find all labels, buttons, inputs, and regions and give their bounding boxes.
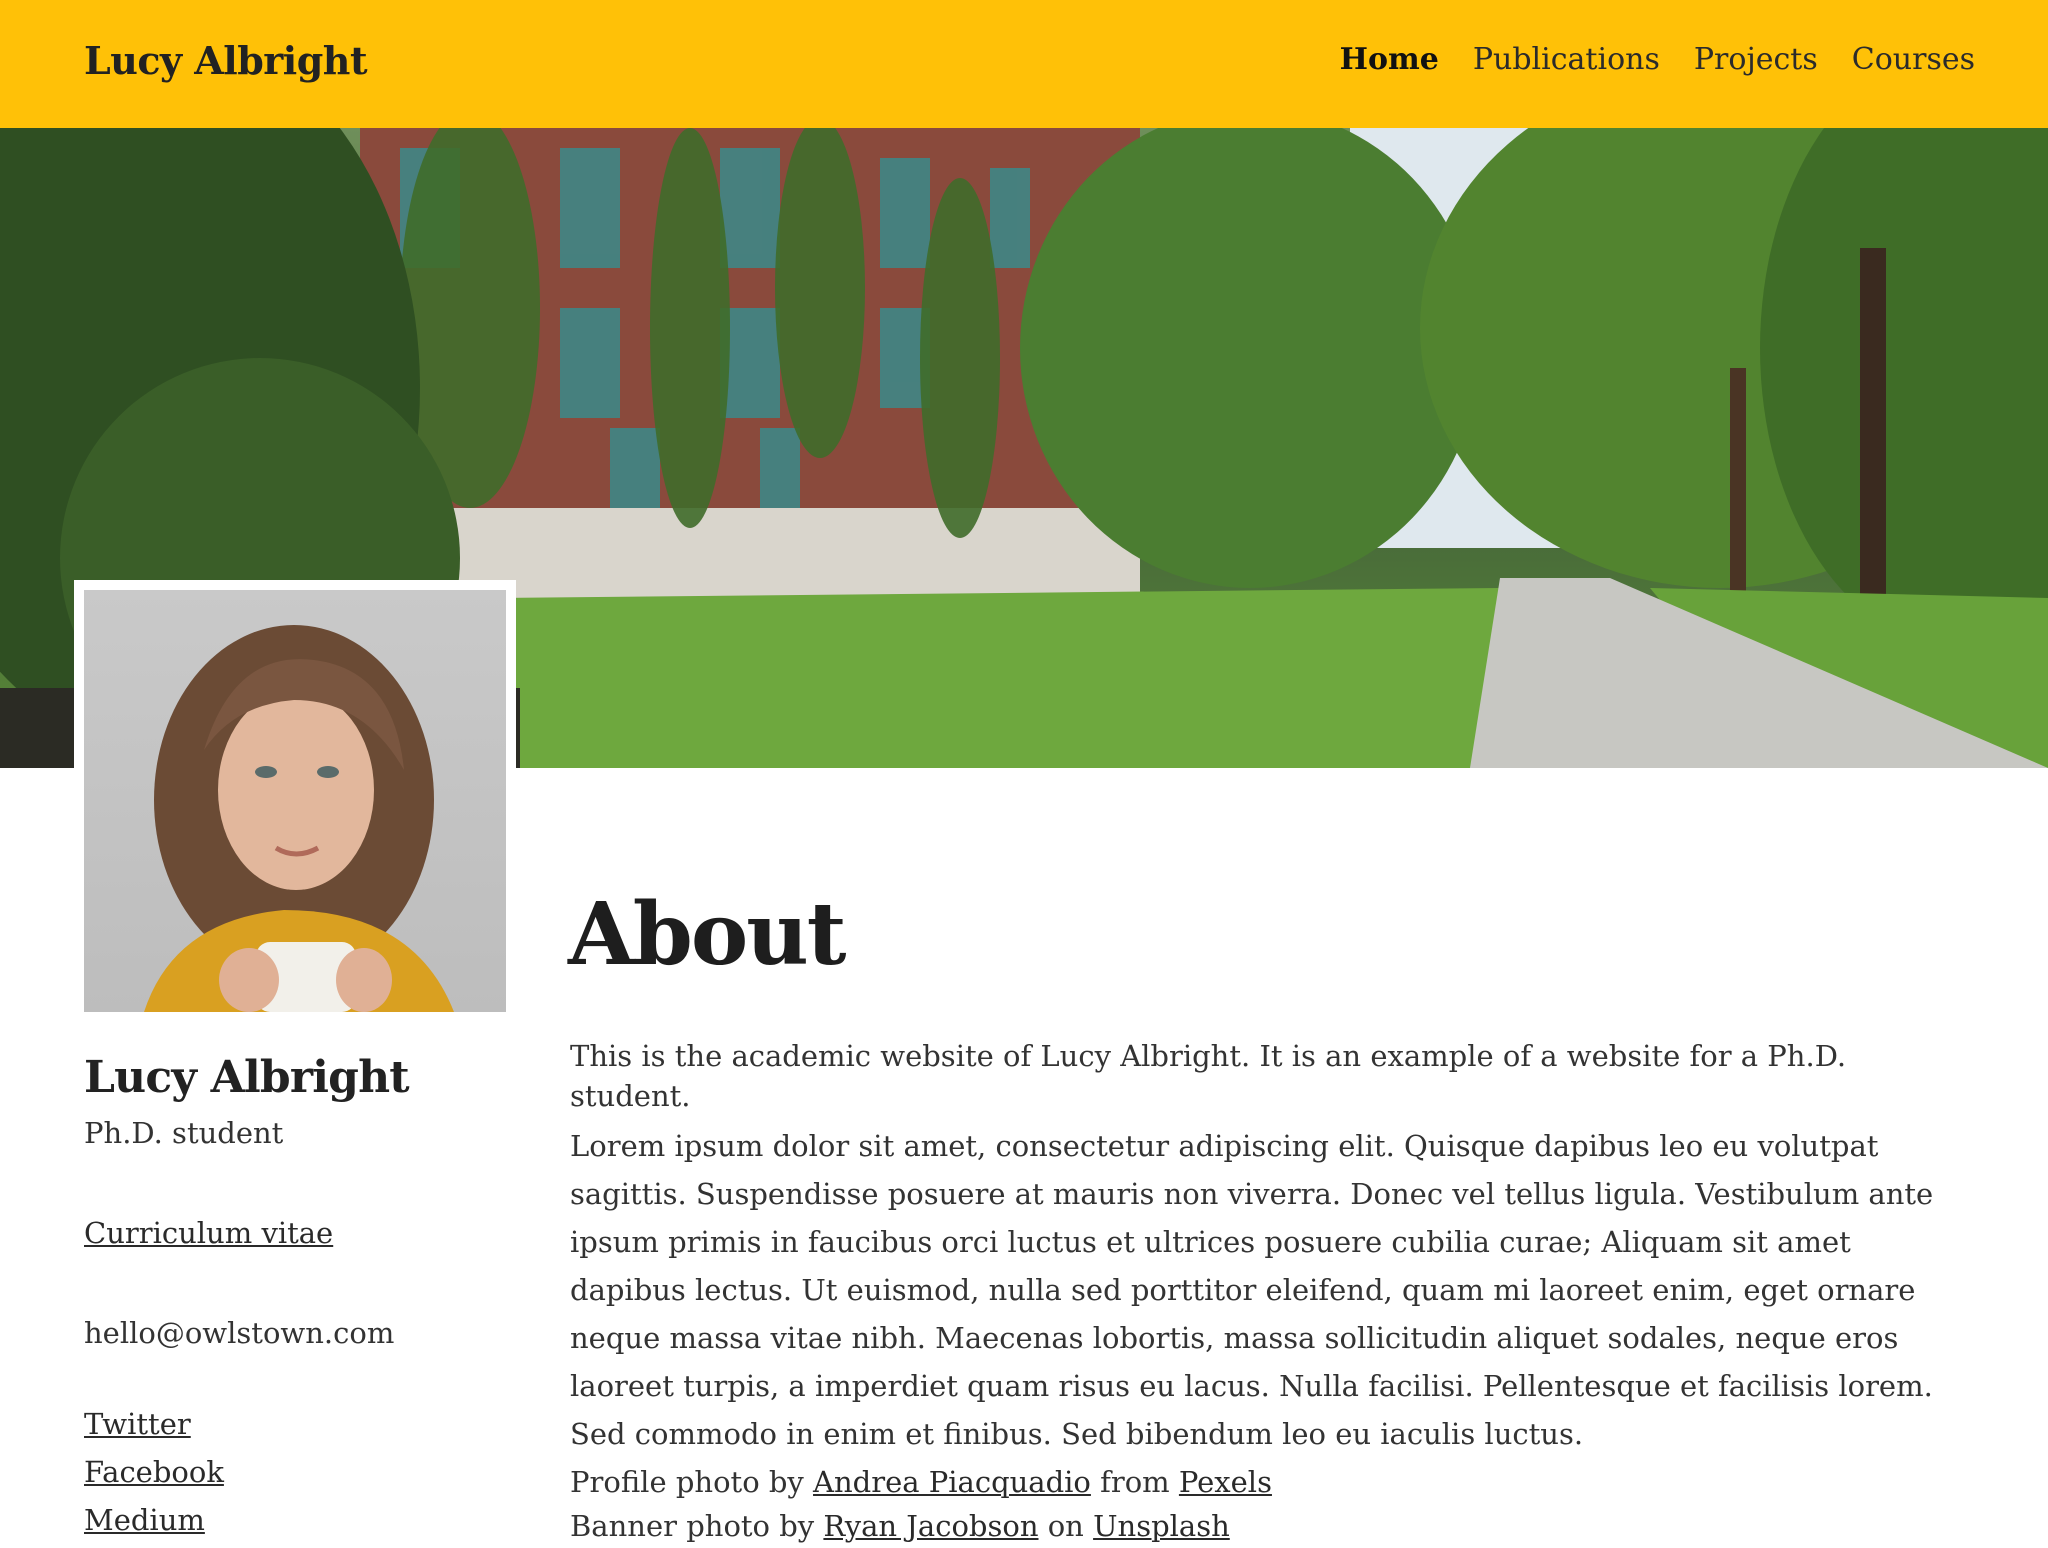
intro-paragraph: This is the academic website of Lucy Alb… <box>570 1039 1847 1113</box>
banner-credit-line: Banner photo by Ryan Jacobson on Unsplas… <box>570 1504 1970 1548</box>
email-text[interactable]: hello@owlstown.com <box>84 1316 394 1350</box>
banner-credit-on: on <box>1047 1509 1084 1543</box>
medium-link[interactable]: Medium <box>84 1500 224 1540</box>
cv-link[interactable]: Curriculum vitae <box>84 1216 333 1250</box>
twitter-link[interactable]: Twitter <box>84 1404 224 1444</box>
page-title: About <box>568 884 846 985</box>
top-navbar: Lucy Albright Home Publications Projects… <box>0 0 2048 128</box>
profile-credit-prefix: Profile photo by <box>570 1465 804 1499</box>
sidebar-role: Ph.D. student <box>84 1116 284 1150</box>
profile-credit-line: Profile photo by Andrea Piacquadio from … <box>570 1460 1970 1504</box>
pexels-link[interactable]: Pexels <box>1179 1465 1272 1499</box>
profile-credit-from: from <box>1100 1465 1170 1499</box>
social-links: Twitter Facebook Medium <box>84 1404 224 1540</box>
profile-photo-frame <box>74 580 516 1020</box>
profile-photo <box>84 590 506 1012</box>
sidebar-name: Lucy Albright <box>84 1052 410 1103</box>
banner-author-link[interactable]: Ryan Jacobson <box>823 1509 1038 1543</box>
profile-author-link[interactable]: Andrea Piacquadio <box>813 1465 1091 1499</box>
main-nav: Home Publications Projects Courses <box>1340 42 1975 77</box>
nav-publications[interactable]: Publications <box>1473 42 1660 77</box>
nav-home[interactable]: Home <box>1340 42 1439 77</box>
nav-courses[interactable]: Courses <box>1852 42 1975 77</box>
banner-credit-prefix: Banner photo by <box>570 1509 815 1543</box>
photo-credits: Profile photo by Andrea Piacquadio from … <box>570 1460 1970 1548</box>
facebook-link[interactable]: Facebook <box>84 1452 224 1492</box>
body-paragraph: Lorem ipsum dolor sit amet, consectetur … <box>570 1129 1934 1451</box>
unsplash-link[interactable]: Unsplash <box>1093 1509 1230 1543</box>
person-illustration <box>144 625 454 1012</box>
nav-projects[interactable]: Projects <box>1694 42 1818 77</box>
site-title[interactable]: Lucy Albright <box>84 38 368 83</box>
